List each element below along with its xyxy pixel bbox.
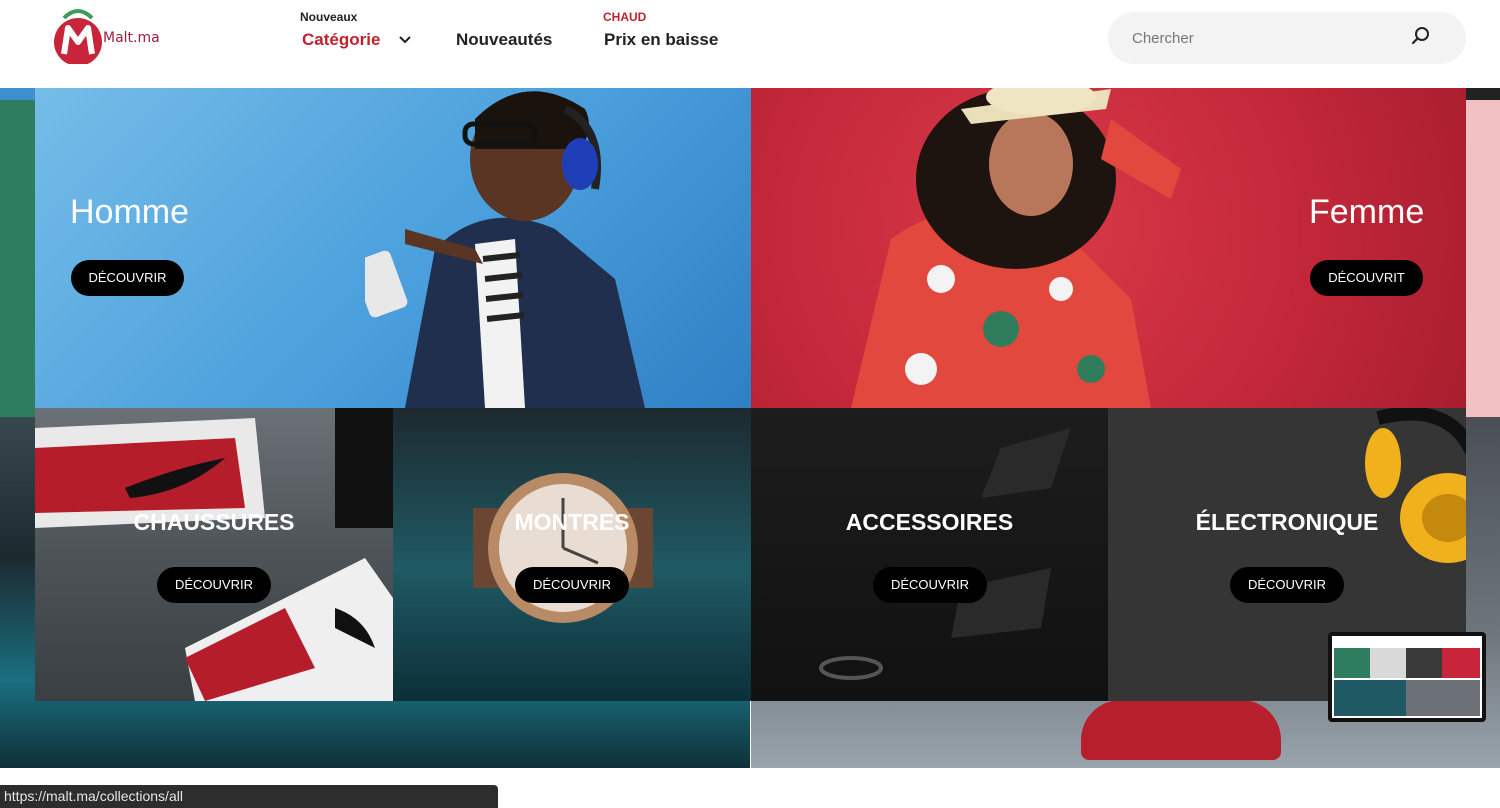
woman-with-hat-image [851, 79, 1181, 408]
category-tile-homme[interactable]: Homme DÉCOUVRIR [35, 79, 751, 408]
montres-discover-button[interactable]: DÉCOUVRIR [515, 567, 629, 603]
chaussures-discover-button[interactable]: DÉCOUVRIR [157, 567, 271, 603]
page-preview-image [1332, 636, 1482, 718]
search-input[interactable] [1132, 26, 1402, 50]
search-button[interactable] [1408, 24, 1436, 52]
watch-image [473, 473, 653, 623]
sneaker-image [1081, 700, 1281, 760]
chevron-down-icon [399, 36, 411, 44]
nav-nouveautes-label: Nouveautés [456, 30, 553, 49]
accessoires-discover-button[interactable]: DÉCOUVRIR [873, 567, 987, 603]
hero-background-right [1466, 100, 1500, 417]
category-mega-menu: Homme DÉCOUVRIR Femme DÉCOUVRIT CHAUSSUR… [35, 79, 1466, 701]
headphones-image [1365, 408, 1466, 563]
logo-text: Malt.ma [103, 30, 160, 46]
accessoires-title: ACCESSOIRES [845, 509, 1014, 535]
status-bar-url: https://malt.ma/collections/all [0, 785, 498, 808]
chaussures-title: CHAUSSURES [133, 509, 295, 535]
search-bar [1108, 12, 1466, 64]
nav-categorie-label: Catégorie [302, 30, 381, 49]
homme-title: Homme [70, 193, 190, 231]
shopping-bag-logo-icon [54, 9, 102, 66]
hero-background-left [0, 100, 36, 417]
hero-background-left-top [0, 88, 36, 100]
accessories-image [819, 428, 1071, 680]
sneakers-image [35, 408, 393, 701]
femme-title: Femme [1309, 193, 1425, 231]
nav-categorie[interactable]: Nouveaux Catégorie [300, 10, 420, 60]
homme-discover-button[interactable]: DÉCOUVRIR [71, 260, 184, 296]
menu-pointer-arrow [333, 71, 353, 80]
nav-prix-en-baisse-label: Prix en baisse [604, 30, 719, 49]
category-tile-chaussures[interactable]: CHAUSSURES DÉCOUVRIR [35, 408, 393, 701]
logo[interactable]: Malt.ma [50, 6, 180, 66]
nav-categorie-tag: Nouveaux [300, 10, 358, 24]
category-tile-femme[interactable]: Femme DÉCOUVRIT [751, 79, 1466, 408]
electronique-discover-button[interactable]: DÉCOUVRIR [1230, 567, 1344, 603]
page-preview-thumbnail[interactable] [1328, 632, 1486, 722]
femme-discover-button[interactable]: DÉCOUVRIT [1310, 260, 1423, 296]
hero-background-right-top [1466, 88, 1500, 100]
nav-prix-en-baisse[interactable]: CHAUD Prix en baisse [603, 10, 733, 60]
man-with-headphones-image [365, 91, 645, 408]
site-header: Malt.ma Nouveaux Catégorie Nouveautés CH… [0, 0, 1500, 88]
nav-nouveautes[interactable]: Nouveautés [456, 10, 566, 60]
nav-hot-tag: CHAUD [603, 10, 647, 24]
category-tile-montres[interactable]: MONTRES DÉCOUVRIR [393, 408, 751, 701]
category-tile-accessoires[interactable]: ACCESSOIRES DÉCOUVRIR [751, 408, 1108, 701]
search-icon [1411, 27, 1429, 45]
electronique-title: ÉLECTRONIQUE [1195, 509, 1379, 535]
montres-title: MONTRES [514, 509, 630, 535]
